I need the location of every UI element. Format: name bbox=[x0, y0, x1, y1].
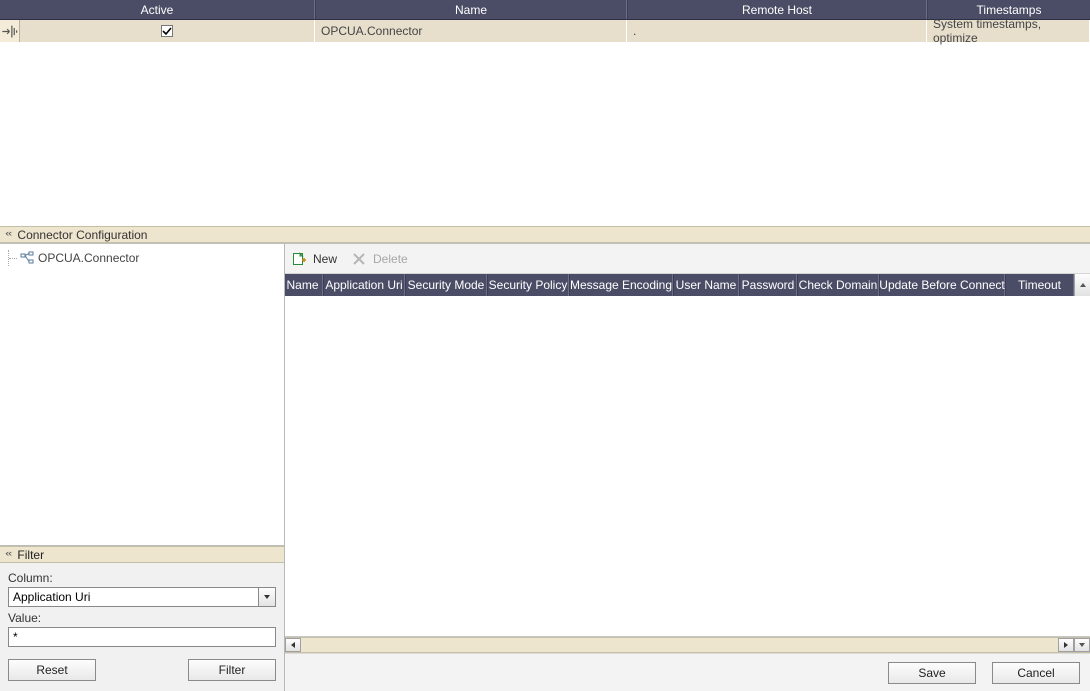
column-header-user-name[interactable]: User Name bbox=[673, 274, 739, 296]
active-checkbox[interactable] bbox=[161, 25, 173, 37]
cell-timestamps[interactable]: System timestamps, optimize bbox=[927, 20, 1090, 42]
column-header-name[interactable]: Name bbox=[285, 274, 323, 296]
delete-icon bbox=[351, 251, 367, 267]
connector-configuration-header[interactable]: « Connector Configuration bbox=[0, 226, 1090, 243]
scroll-up-button[interactable] bbox=[1074, 274, 1090, 296]
column-header-password[interactable]: Password bbox=[739, 274, 797, 296]
cancel-button[interactable]: Cancel bbox=[992, 662, 1080, 684]
filter-value-label: Value: bbox=[8, 611, 276, 625]
scroll-down-button[interactable] bbox=[1074, 638, 1090, 652]
new-button[interactable]: New bbox=[291, 251, 337, 267]
delete-button: Delete bbox=[351, 251, 408, 267]
details-toolbar: New Delete bbox=[285, 244, 1090, 274]
connectors-table: Active Name Remote Host Timestamps OPCUA… bbox=[0, 0, 1090, 42]
connector-configuration-title: Connector Configuration bbox=[17, 228, 147, 242]
footer-buttons: Save Cancel bbox=[285, 653, 1090, 691]
cell-name[interactable]: OPCUA.Connector bbox=[315, 20, 627, 42]
delete-button-label: Delete bbox=[373, 252, 408, 266]
new-icon bbox=[291, 251, 307, 267]
column-header-update-before-connect[interactable]: Update Before Connect bbox=[879, 274, 1005, 296]
filter-button[interactable]: Filter bbox=[188, 659, 276, 681]
filter-column-select[interactable] bbox=[8, 587, 276, 607]
collapse-icon[interactable]: « bbox=[5, 550, 13, 559]
filter-column-label: Column: bbox=[8, 571, 276, 585]
cell-remote-host[interactable]: . bbox=[627, 20, 927, 42]
reset-button[interactable]: Reset bbox=[8, 659, 96, 681]
scroll-left-button[interactable] bbox=[285, 638, 301, 652]
column-header-message-encoding[interactable]: Message Encoding bbox=[569, 274, 673, 296]
filter-column-value[interactable] bbox=[8, 587, 276, 607]
filter-panel-title: Filter bbox=[17, 548, 44, 562]
scroll-right-button[interactable] bbox=[1058, 638, 1074, 652]
column-header-security-policy[interactable]: Security Policy bbox=[487, 274, 569, 296]
tree-view[interactable]: OPCUA.Connector bbox=[0, 244, 284, 546]
column-header-name[interactable]: Name bbox=[315, 0, 627, 19]
tree-branch-icon bbox=[8, 250, 16, 266]
scrollbar-track[interactable] bbox=[301, 638, 1058, 652]
details-table-body[interactable] bbox=[285, 296, 1090, 637]
horizontal-scrollbar[interactable] bbox=[285, 637, 1090, 653]
filter-panel-header[interactable]: « Filter bbox=[0, 546, 284, 563]
row-handle-icon[interactable] bbox=[0, 20, 20, 42]
new-button-label: New bbox=[313, 252, 337, 266]
filter-value-input[interactable] bbox=[8, 627, 276, 647]
table-row[interactable]: OPCUA.Connector . System timestamps, opt… bbox=[0, 20, 1090, 42]
column-header-timeout[interactable]: Timeout bbox=[1005, 274, 1074, 296]
connectors-table-header: Active Name Remote Host Timestamps bbox=[0, 0, 1090, 20]
save-button[interactable]: Save bbox=[888, 662, 976, 684]
column-header-active[interactable]: Active bbox=[0, 0, 315, 19]
right-panel: New Delete Name Application Uri Security… bbox=[285, 244, 1090, 691]
column-header-security-mode[interactable]: Security Mode bbox=[405, 274, 487, 296]
filter-panel-body: Column: Value: Reset Filter bbox=[0, 563, 284, 691]
tree-item-label: OPCUA.Connector bbox=[38, 251, 139, 265]
collapse-icon[interactable]: « bbox=[5, 230, 13, 239]
connector-node-icon bbox=[20, 251, 34, 265]
tree-item[interactable]: OPCUA.Connector bbox=[8, 250, 276, 266]
column-header-application-uri[interactable]: Application Uri bbox=[323, 274, 405, 296]
empty-area bbox=[0, 42, 1090, 226]
column-header-check-domain[interactable]: Check Domain bbox=[797, 274, 879, 296]
cell-active[interactable] bbox=[20, 20, 315, 42]
left-panel: OPCUA.Connector « Filter Column: Value: … bbox=[0, 244, 285, 691]
dropdown-arrow-icon[interactable] bbox=[258, 587, 276, 607]
details-table-header: Name Application Uri Security Mode Secur… bbox=[285, 274, 1090, 296]
column-header-remote-host[interactable]: Remote Host bbox=[627, 0, 927, 19]
